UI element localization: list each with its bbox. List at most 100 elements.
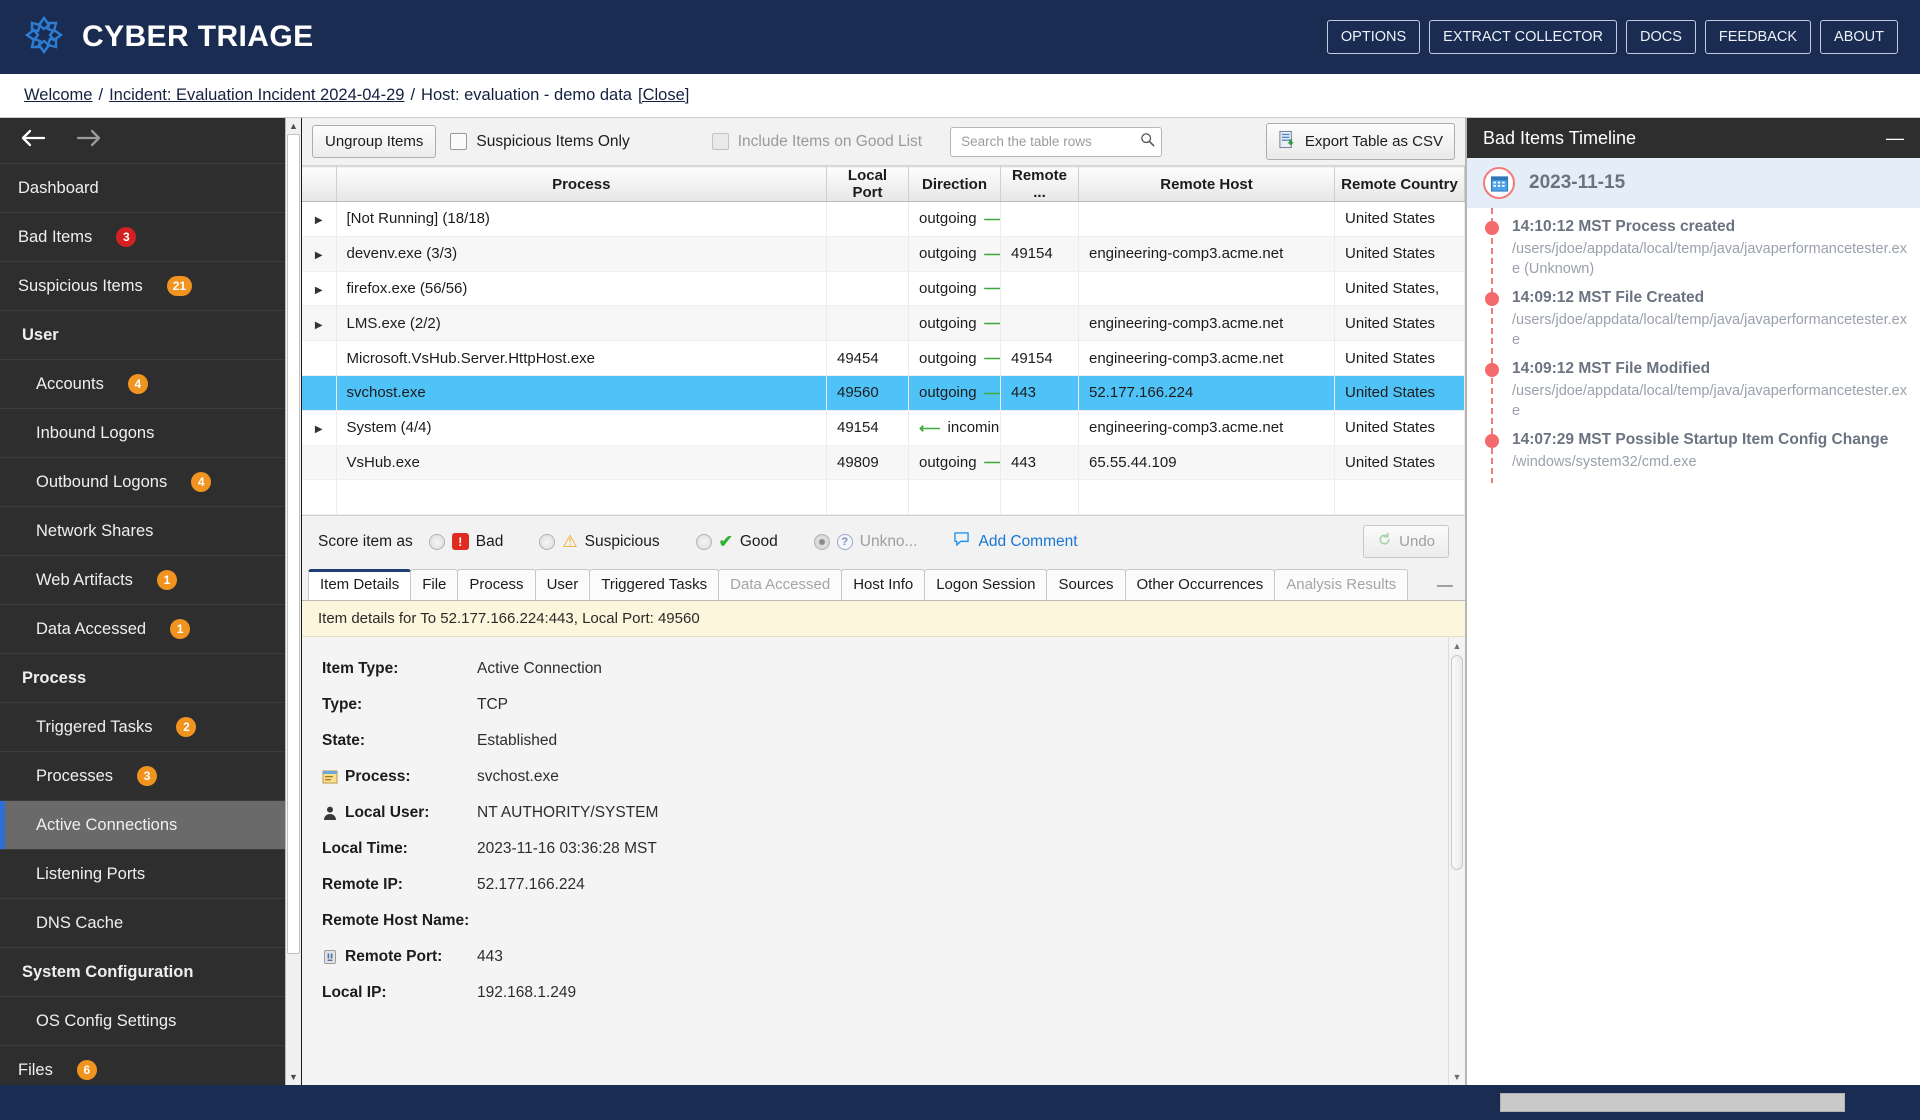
feedback-button[interactable]: FEEDBACK [1704, 20, 1812, 54]
radio-unknown[interactable] [813, 533, 830, 550]
cell-remote-country: United States [1334, 340, 1465, 376]
detail-scrollbar[interactable]: ▲ ▼ [1448, 637, 1465, 1085]
sidebar-item-suspicious-items[interactable]: Suspicious Items 21 [0, 262, 301, 311]
table-row[interactable]: Microsoft.VsHub.Server.HttpHost.exe 49454… [302, 340, 1465, 376]
tab-user[interactable]: User [534, 569, 591, 601]
detail-field-label: Local Time: [322, 840, 408, 858]
breadcrumb-separator-1: / [98, 86, 104, 104]
table-row[interactable]: ▶System (4/4)49154 ⟵ incoming engineering-c… [302, 410, 1465, 446]
table-header-remote-country[interactable]: Remote Country [1334, 166, 1465, 202]
sidebar-scroll-up-icon[interactable]: ▲ [286, 118, 301, 134]
score-suspicious-option[interactable]: ⚠ Suspicious [539, 533, 660, 551]
tab-other-occurrences[interactable]: Other Occurrences [1124, 569, 1276, 601]
expand-triangle-icon[interactable]: ▶ [302, 410, 337, 446]
timeline-event[interactable]: 14:07:29 MST Possible Startup Item Confi… [1467, 431, 1920, 483]
arrow-right-green-icon: ⟶ [984, 314, 1000, 332]
table-header-local-port[interactable]: Local Port [826, 166, 909, 202]
suspicious-items-only-checkbox[interactable]: Suspicious Items Only [450, 132, 630, 151]
search-box[interactable] [950, 126, 1163, 157]
tab-file[interactable]: File [410, 569, 459, 601]
cell-remote-host: engineering-comp3.acme.net [1078, 340, 1335, 376]
sidebar-item-data-accessed[interactable]: Data Accessed 1 [0, 605, 301, 654]
sidebar-item-inbound-logons[interactable]: Inbound Logons [0, 409, 301, 458]
arrow-right-icon[interactable] [76, 128, 102, 153]
suspicious-items-only-label: Suspicious Items Only [476, 132, 630, 150]
table-header-process[interactable]: Process [336, 166, 827, 202]
minimize-icon[interactable]: — [1437, 578, 1453, 594]
table-row[interactable]: ▶LMS.exe (2/2) outgoing ⟶ engineering-comp3… [302, 305, 1465, 342]
sidebar-item-processes[interactable]: Processes 3 [0, 752, 301, 801]
breadcrumb-welcome[interactable]: Welcome [24, 86, 92, 105]
table-row[interactable]: ▶[Not Running] (18/18) outgoing ⟶ United St… [302, 201, 1465, 237]
detail-scroll-down-icon[interactable]: ▼ [1449, 1068, 1465, 1085]
sidebar-item-accounts[interactable]: Accounts 4 [0, 360, 301, 409]
table-row[interactable]: ▶devenv.exe (3/3) outgoing ⟶49154engineeri… [302, 236, 1465, 272]
cell-remote-port: 443 [1000, 375, 1079, 411]
table-header-remote-port[interactable]: Remote ... [1000, 166, 1079, 202]
about-button[interactable]: ABOUT [1820, 20, 1898, 54]
tab-process[interactable]: Process [457, 569, 536, 601]
detail-scroll-thumb[interactable] [1451, 655, 1463, 871]
expand-triangle-icon[interactable]: ▶ [302, 236, 337, 272]
direction-label: outgoing [919, 453, 977, 471]
table-header-direction[interactable]: Direction [908, 166, 1001, 202]
include-good-list-checkbox[interactable]: Include Items on Good List [711, 133, 922, 151]
sidebar-item-bad-items[interactable]: Bad Items 3 [0, 213, 301, 262]
cell-local-port: 49809 [826, 445, 909, 481]
timeline-event[interactable]: 14:09:12 MST File Created/users/jdoe/app… [1467, 289, 1920, 360]
sidebar-item-label: OS Config Settings [36, 1011, 177, 1030]
breadcrumb-close-link[interactable]: [Close] [638, 86, 689, 105]
sidebar-item-network-shares[interactable]: Network Shares [0, 507, 301, 556]
timeline-event[interactable]: 14:10:12 MST Process created/users/jdoe/… [1467, 218, 1920, 289]
sidebar-item-dashboard[interactable]: Dashboard [0, 164, 301, 213]
timeline-event-dot-icon [1485, 292, 1499, 307]
sidebar-item-active-connections[interactable]: Active Connections [0, 801, 301, 850]
extract-collector-button[interactable]: EXTRACT COLLECTOR [1429, 20, 1617, 54]
radio-suspicious[interactable] [539, 533, 556, 550]
sidebar-item-outbound-logons[interactable]: Outbound Logons 4 [0, 458, 301, 507]
tab-sources[interactable]: Sources [1046, 569, 1126, 601]
radio-good[interactable] [695, 533, 712, 550]
cell-direction: outgoing ⟶ [908, 375, 1001, 411]
sidebar-scroll-down-icon[interactable]: ▼ [286, 1069, 301, 1085]
sidebar-item-triggered-tasks[interactable]: Triggered Tasks 2 [0, 703, 301, 752]
tab-triggered-tasks[interactable]: Triggered Tasks [589, 569, 720, 601]
expand-triangle-icon[interactable]: ▶ [302, 271, 337, 307]
sidebar-item-label: DNS Cache [36, 913, 124, 932]
score-unknown-option[interactable]: ? Unkno... [813, 533, 917, 551]
table-row[interactable]: ▶firefox.exe (56/56) outgoing ⟶ United Stat… [302, 271, 1465, 307]
export-table-csv-button[interactable]: Export Table as CSV [1265, 123, 1455, 160]
sidebar-scrollbar[interactable]: ▲ ▼ [285, 118, 301, 1085]
undo-button[interactable]: Undo [1363, 525, 1449, 559]
breadcrumb-incident[interactable]: Incident: Evaluation Incident 2024-04-29 [109, 86, 404, 105]
sidebar-item-files[interactable]: Files 6 [0, 1046, 301, 1085]
score-good-option[interactable]: ✔ Good [695, 533, 778, 551]
minimize-icon[interactable]: — [1886, 129, 1904, 147]
expand-triangle-icon[interactable]: ▶ [302, 201, 337, 237]
score-bad-option[interactable]: ! Bad [428, 533, 503, 551]
table-row[interactable]: svchost.exe49560 outgoing ⟶44352.177.166.2… [302, 375, 1465, 411]
options-button[interactable]: OPTIONS [1326, 20, 1421, 54]
sidebar-item-web-artifacts[interactable]: Web Artifacts 1 [0, 556, 301, 605]
sidebar-item-listening-ports[interactable]: Listening Ports [0, 850, 301, 899]
sidebar-item-dns-cache[interactable]: DNS Cache [0, 899, 301, 948]
cell-local-port: 49560 [826, 375, 909, 411]
search-input[interactable] [959, 133, 1141, 150]
direction-label: outgoing [919, 210, 977, 228]
sidebar-scroll-thumb[interactable] [287, 134, 300, 954]
tab-item-details[interactable]: Item Details [308, 569, 412, 601]
timeline-event[interactable]: 14:09:12 MST File Modified/users/jdoe/ap… [1467, 360, 1920, 431]
arrow-left-icon[interactable] [20, 128, 46, 153]
cell-local-port [826, 271, 909, 307]
radio-bad[interactable] [428, 533, 445, 550]
ungroup-items-button[interactable]: Ungroup Items [312, 125, 437, 158]
table-header-remote-host[interactable]: Remote Host [1078, 166, 1335, 202]
table-row[interactable]: VsHub.exe49809 outgoing ⟶44365.55.44.109Un… [302, 445, 1465, 481]
tab-logon-session[interactable]: Logon Session [924, 569, 1048, 601]
sidebar-item-os-config-settings[interactable]: OS Config Settings [0, 997, 301, 1046]
detail-scroll-up-icon[interactable]: ▲ [1449, 637, 1465, 654]
add-comment-button[interactable]: Add Comment [953, 531, 1078, 552]
expand-triangle-icon[interactable]: ▶ [302, 305, 337, 342]
tab-host-info[interactable]: Host Info [841, 569, 926, 601]
docs-button[interactable]: DOCS [1625, 20, 1696, 54]
